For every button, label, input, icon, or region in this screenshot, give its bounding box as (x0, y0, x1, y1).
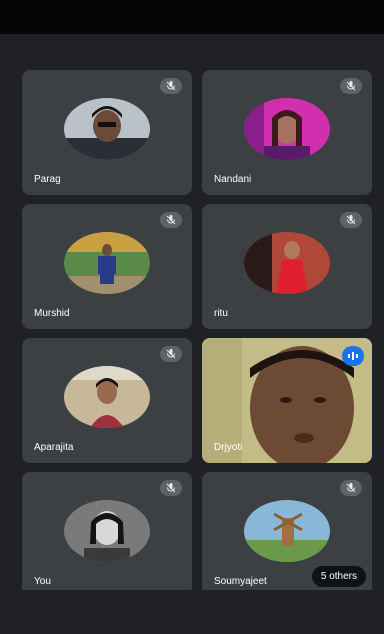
mic-off-icon (160, 78, 182, 94)
mic-off-icon (340, 78, 362, 94)
participant-name: Drjyoti (214, 442, 243, 453)
mic-off-icon (340, 212, 362, 228)
participant-name: Nandani (214, 174, 252, 185)
participant-name: ritu (214, 308, 228, 319)
participant-name: Parag (34, 174, 61, 185)
avatar (244, 231, 330, 294)
avatar (244, 499, 330, 562)
mic-off-icon (160, 480, 182, 496)
participant-tile-aparajita[interactable]: Aparajita (22, 338, 192, 463)
participant-tile-parag[interactable]: Parag (22, 70, 192, 195)
meeting-grid: Parag Nandani Murshid ritu Aparajita Drj… (0, 34, 384, 634)
avatar (64, 365, 150, 428)
participant-tile-you[interactable]: You (22, 472, 192, 597)
participant-name: Soumyajeet (214, 576, 267, 587)
avatar (64, 97, 150, 160)
avatar (64, 499, 150, 562)
participant-tile-murshid[interactable]: Murshid (22, 204, 192, 329)
participant-name: You (34, 576, 51, 587)
bottom-bar (0, 590, 384, 634)
participant-tile-soumyajeet[interactable]: Soumyajeet 5 others (202, 472, 372, 597)
participant-name: Aparajita (34, 442, 74, 453)
participant-tile-nandani[interactable]: Nandani (202, 70, 372, 195)
mic-off-icon (160, 212, 182, 228)
audio-level-icon (342, 346, 364, 366)
participant-tile-drjyoti[interactable]: Drjyoti (202, 338, 372, 463)
others-button[interactable]: 5 others (311, 566, 366, 587)
mic-off-icon (340, 480, 362, 496)
mic-off-icon (160, 346, 182, 362)
status-bar (0, 0, 384, 34)
avatar (64, 231, 150, 294)
participant-tile-ritu[interactable]: ritu (202, 204, 372, 329)
avatar (244, 97, 330, 160)
participant-name: Murshid (34, 308, 70, 319)
